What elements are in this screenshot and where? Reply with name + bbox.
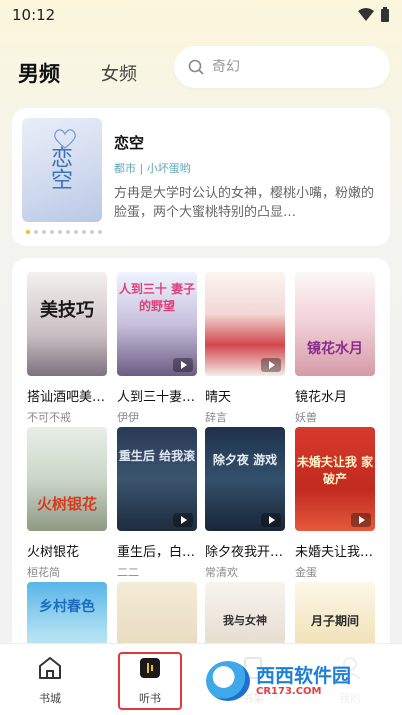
book-title: 未婚夫让我… (295, 545, 374, 560)
status-time: 10:12 (12, 6, 56, 24)
book-item[interactable]: 美技巧搭讪酒吧美… 不可不戒 (27, 272, 107, 425)
book-item[interactable]: 镜花水月 镜花水月 妖兽 (295, 272, 375, 425)
status-bar: 10:12 (0, 0, 402, 30)
banner-cover-text: 恋空 (47, 146, 72, 190)
book-item[interactable]: 除夕夜 游戏 除夕夜我开… 常清欢 (205, 427, 285, 580)
watermark-text: 西西软件园 (256, 664, 352, 687)
carousel-dot[interactable] (66, 230, 70, 234)
status-icons (358, 7, 390, 23)
book-cover-text: 火树银花 (36, 495, 97, 513)
play-icon (351, 513, 371, 527)
header: 男频 女频 (0, 40, 402, 100)
book-author: 妖兽 (295, 411, 317, 424)
book-title: 人到三十妻… (117, 390, 196, 405)
book-cover-text: 未婚夫让我 家破产 (296, 455, 374, 486)
book-cover-text: 除夕夜 游戏 (212, 453, 278, 467)
book-cover[interactable]: 镜花水月 (295, 272, 375, 376)
carousel-dot[interactable] (34, 230, 38, 234)
book-cover[interactable]: 火树银花 (27, 427, 107, 531)
book-author: 桓花简 (27, 566, 60, 579)
book-item[interactable]: 晴天 辞言 (205, 272, 285, 425)
watermark: 西西软件园 CR173.COM (200, 655, 400, 707)
book-cover[interactable]: 重生后 给我滚 (117, 427, 197, 531)
book-item[interactable]: 未婚夫让我 家破产未婚夫让我… 金蛋 (295, 427, 375, 580)
book-cover[interactable]: 除夕夜 游戏 (205, 427, 285, 531)
book-cover[interactable]: 美技巧 (27, 272, 107, 376)
book-grid: 美技巧 搭讪酒吧美… 不可不戒 人到三十 妻子的野望 人到三十妻… 伊伊 晴天 辞言 镜花水月镜… (12, 258, 390, 658)
book-title: 镜花水月 (295, 390, 348, 405)
play-icon (261, 358, 281, 372)
tab-female[interactable]: 女频 (101, 60, 137, 86)
book-cover-text: 月子期间 (310, 614, 359, 628)
carousel-dot[interactable] (26, 230, 30, 234)
book-item[interactable]: 人到三十 妻子的野望人到三十妻… 伊伊 (117, 272, 197, 425)
play-icon (173, 358, 193, 372)
watermark-logo-icon (206, 661, 250, 701)
banner-title[interactable]: 恋空 (114, 132, 144, 153)
tab-male[interactable]: 男频 (18, 58, 60, 88)
search-box[interactable] (174, 46, 390, 88)
book-author: 辞言 (205, 411, 227, 424)
banner-tags: 都市 | 小坏蛋哟 (114, 162, 191, 175)
book-cover-text: 人到三十 妻子的野望 (118, 282, 196, 313)
book-cover[interactable]: 未婚夫让我 家破产 (295, 427, 375, 531)
home-icon (39, 657, 61, 679)
book-author: 常清欢 (205, 566, 238, 579)
watermark-sub: CR173.COM (256, 685, 322, 697)
listen-highlight-box (118, 652, 182, 710)
book-title: 晴天 (205, 390, 232, 405)
carousel-dot[interactable] (42, 230, 46, 234)
book-cover-text: 我与女神 (223, 614, 267, 627)
battery-icon (381, 7, 389, 22)
banner-cover[interactable]: 恋空 (22, 118, 102, 222)
book-title: 搭讪酒吧美… (27, 390, 106, 405)
book-author: 伊伊 (117, 411, 139, 424)
tab-bookstore[interactable]: 书城 (10, 654, 90, 706)
book-cover-text: 镜花水月 (307, 341, 363, 357)
carousel-dot[interactable] (98, 230, 102, 234)
tab-bookstore-label: 书城 (39, 692, 61, 705)
book-author: 不可不戒 (27, 411, 71, 424)
play-icon (173, 513, 193, 527)
book-author: 金蛋 (295, 566, 317, 579)
book-title: 除夕夜我开… (205, 545, 284, 560)
banner-description: 方冉是大学时公认的女神，樱桃小嘴，粉嫩的脸蛋，两个大蜜桃特别的凸显… (114, 186, 375, 220)
search-input[interactable] (212, 59, 362, 75)
wifi-icon (358, 8, 374, 21)
featured-banner[interactable]: 恋空 恋空 都市 | 小坏蛋哟 方冉是大学时公认的女神，樱桃小嘴，粉嫩的脸蛋，两… (12, 108, 390, 246)
book-cover-text: 重生后 给我滚 (118, 449, 196, 463)
carousel-dot[interactable] (90, 230, 94, 234)
book-cover-text: 美技巧 (40, 300, 94, 321)
book-author: 二二 (117, 566, 139, 579)
book-title: 火树银花 (27, 545, 80, 560)
carousel-dot[interactable] (58, 230, 62, 234)
book-title: 重生后，白… (117, 545, 196, 560)
search-icon (188, 59, 204, 75)
book-cover[interactable]: 人到三十 妻子的野望 (117, 272, 197, 376)
book-cover[interactable] (205, 272, 285, 376)
book-item[interactable]: 重生后 给我滚 重生后，白… 二二 (117, 427, 197, 580)
book-item[interactable]: 火树银花 火树银花 桓花简 (27, 427, 107, 580)
carousel-dot[interactable] (74, 230, 78, 234)
carousel-dot[interactable] (82, 230, 86, 234)
play-icon (261, 513, 281, 527)
carousel-dot[interactable] (50, 230, 54, 234)
carousel-dots (26, 230, 102, 234)
book-cover-text: 乡村春色 (39, 599, 95, 615)
